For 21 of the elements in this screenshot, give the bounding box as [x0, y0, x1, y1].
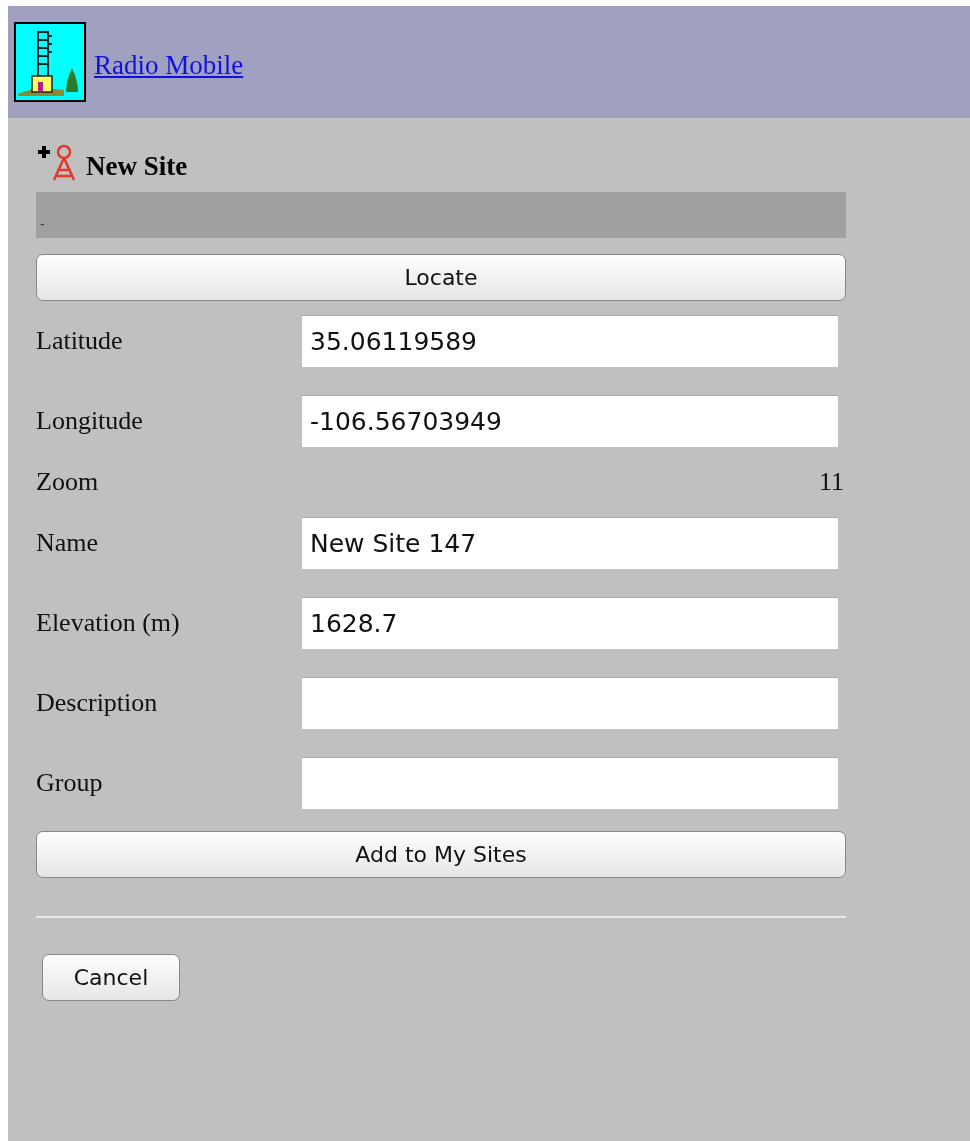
field-label: Group — [36, 768, 104, 798]
app-title-link[interactable]: Radio Mobile — [94, 49, 244, 81]
field-value: 11 — [818, 467, 844, 497]
locate-button[interactable]: Locate — [36, 254, 846, 301]
form-title: New Site — [86, 151, 188, 182]
input-field[interactable] — [302, 677, 838, 729]
field-label: Description — [36, 688, 159, 718]
radio-tower-icon — [14, 22, 86, 102]
input-field[interactable]: 35.06119589 — [302, 315, 838, 367]
add-to-my-sites-button[interactable]: Add to My Sites — [36, 831, 846, 878]
input-field[interactable]: New Site 147 — [302, 517, 838, 569]
field-label: Zoom — [36, 467, 100, 497]
input-field[interactable]: -106.56703949 — [302, 395, 838, 447]
field-label: Name — [36, 528, 100, 558]
field-label: Elevation (m) — [36, 608, 181, 638]
input-field[interactable] — [302, 757, 838, 809]
field-label: Longitude — [36, 406, 144, 436]
field-label: Latitude — [36, 326, 124, 356]
status-text: - — [40, 216, 45, 232]
cancel-button[interactable]: Cancel — [42, 954, 180, 1001]
input-field[interactable]: 1628.7 — [302, 597, 838, 649]
